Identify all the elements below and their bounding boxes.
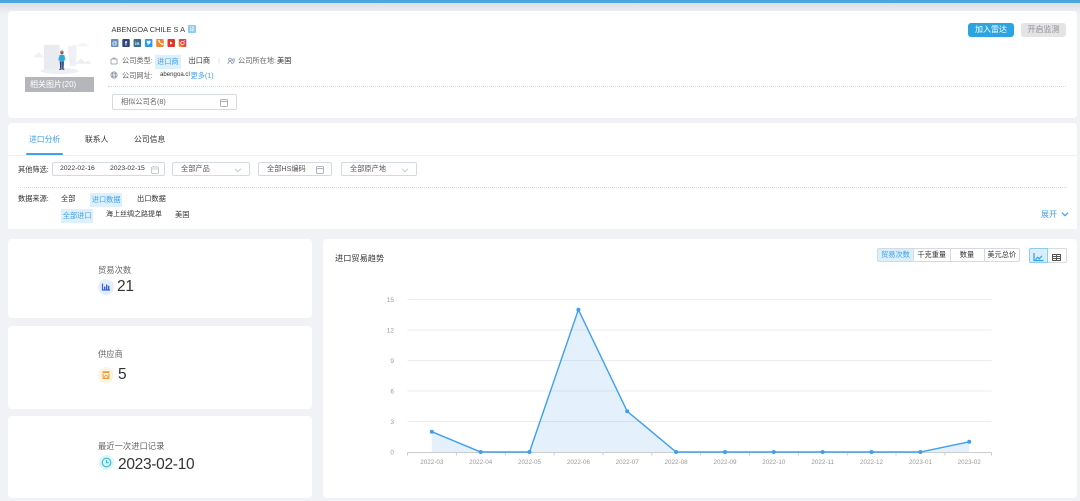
svg-text:15: 15 (387, 297, 395, 304)
svg-text:2022-10: 2022-10 (762, 459, 786, 466)
svg-text:2022-09: 2022-09 (713, 459, 737, 466)
svg-text:2022-07: 2022-07 (616, 459, 640, 466)
svg-text:2022-12: 2022-12 (860, 459, 884, 466)
svg-text:@: @ (112, 41, 118, 47)
svg-text:2022-04: 2022-04 (469, 459, 493, 466)
svg-text:2022-08: 2022-08 (665, 459, 689, 466)
svg-text:2023-01: 2023-01 (909, 459, 933, 466)
svg-text:6: 6 (390, 389, 394, 396)
svg-text:2022-05: 2022-05 (518, 459, 542, 466)
svg-text:12: 12 (387, 328, 395, 335)
svg-text:2022-11: 2022-11 (811, 459, 834, 466)
svg-text:2023-02: 2023-02 (958, 459, 982, 466)
svg-text:0: 0 (390, 450, 394, 457)
svg-text:译: 译 (189, 26, 194, 33)
svg-text:2022-06: 2022-06 (567, 459, 591, 466)
svg-text:2022-03: 2022-03 (420, 459, 444, 466)
svg-text:3: 3 (390, 419, 394, 426)
svg-text:in: in (135, 41, 139, 47)
svg-text:9: 9 (390, 358, 394, 365)
